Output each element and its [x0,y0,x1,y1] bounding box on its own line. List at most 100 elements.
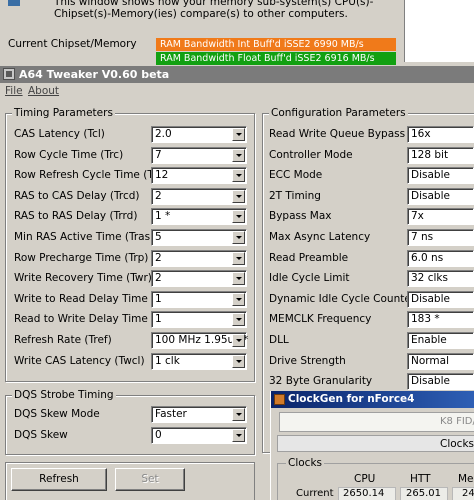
clockgen-title: ClockGen for nForce4 [288,393,415,405]
dqs-skew-mode-select[interactable]: Faster [151,406,247,423]
chevron-down-icon[interactable] [232,189,245,203]
chevron-down-icon[interactable] [232,210,245,224]
read-preamble-value: 6.0 ns [411,251,444,264]
write-recovery-time-value: 2 [155,272,162,285]
chevron-down-icon[interactable] [232,313,245,327]
refresh-rate-select[interactable]: 100 MHz 1.95us * [151,332,248,349]
refresh-button[interactable]: Refresh [11,468,107,491]
write-cas-latency-label: Write CAS Latency (Twcl) [14,354,145,367]
row-refresh-cycle-time-select[interactable]: 12 [151,167,247,185]
idle-cycle-limit-select[interactable]: 32 clks [407,270,474,288]
k8-fid-vid-panel: K8 FID/VID [279,412,474,432]
mem-value: 24 [462,488,474,499]
write-cas-latency-value: 1 clk [155,354,180,367]
chevron-down-icon[interactable] [232,128,245,141]
ras-to-cas-delay-label: RAS to CAS Delay (Trcd) [14,189,140,202]
dqs-skew-label: DQS Skew [14,429,68,441]
dqs-strobe-title: DQS Strobe Timing [12,389,116,401]
dynamic-idle-cycle-counter-value: Disable [411,292,450,305]
chevron-down-icon[interactable] [232,251,245,265]
max-async-latency-value: 7 ns [411,231,434,243]
dqs-skew-value: 0 [155,429,162,441]
read-to-write-delay-time-select[interactable]: 1 [151,311,247,329]
cas-latency-label: CAS Latency (Tcl) [14,128,105,140]
ras-to-ras-delay-select[interactable]: 1 * [151,208,247,226]
ras-to-cas-delay-select[interactable]: 2 [151,187,247,205]
row-cycle-time-select[interactable]: 7 [151,146,247,164]
htt-value: 265.01 [406,488,441,499]
read-write-queue-bypass-value: 16x [411,128,431,140]
menu-file[interactable]: File [5,85,23,97]
clockgen-title-bar[interactable]: ClockGen for nForce4 [271,391,474,408]
menu-bar: File About [0,84,474,98]
row-refresh-cycle-time-label: Row Refresh Cycle Time (Trfc) [14,169,171,182]
2t-timing-value: Disable [411,189,450,202]
chevron-down-icon[interactable] [232,354,245,368]
info-section: This window shows how your memory sub-sy… [8,0,400,20]
drive-strength-label: Drive Strength [269,354,346,367]
dqs-skew-mode-value: Faster [155,408,187,420]
info-icon [8,0,20,6]
drive-strength-select[interactable]: Normal [407,352,474,370]
current-row-label: Current [296,488,334,499]
max-async-latency-label: Max Async Latency [269,231,371,243]
memclk-frequency-select[interactable]: 183 * [407,311,474,329]
dynamic-idle-cycle-counter-label: Dynamic Idle Cycle Counter [269,292,416,305]
max-async-latency-select[interactable]: 7 ns [407,229,474,246]
set-button[interactable]: Set [115,468,185,491]
dll-value: Enable [411,334,447,346]
chevron-down-icon[interactable] [232,169,245,183]
controller-mode-select[interactable]: 128 bit [407,146,474,164]
write-to-read-delay-time-select[interactable]: 1 [151,290,247,308]
chevron-down-icon[interactable] [232,408,245,421]
write-to-read-delay-time-value: 1 [155,292,162,305]
configuration-parameters-title: Configuration Parameters [269,107,408,119]
min-ras-active-time-label: Min RAS Active Time (Tras) [14,231,155,243]
chevron-down-icon[interactable] [232,334,245,347]
refresh-rate-label: Refresh Rate (Tref) [14,334,112,346]
controller-mode-value: 128 bit [411,148,449,161]
idle-cycle-limit-value: 32 clks [411,272,448,285]
title-bar[interactable]: A64 Tweaker V0.60 beta [0,66,474,83]
chevron-down-icon[interactable] [232,429,245,442]
cas-latency-select[interactable]: 2.0 [151,126,247,143]
bypass-max-label: Bypass Max [269,210,332,223]
dll-select[interactable]: Enable [407,332,474,349]
32-byte-granularity-value: Disable [411,375,450,388]
cas-latency-value: 2.0 [155,128,172,140]
32-byte-granularity-select[interactable]: Disable [407,373,474,391]
row-cycle-time-label: Row Cycle Time (Trc) [14,148,124,161]
clocks-group-title: Clocks [286,457,324,469]
info-text: This window shows how your memory sub-sy… [54,0,374,20]
bypass-max-select[interactable]: 7x [407,208,474,226]
dynamic-idle-cycle-counter-select[interactable]: Disable [407,290,474,308]
chevron-down-icon[interactable] [232,231,245,244]
dqs-strobe-group: DQS Strobe Timing [5,389,255,455]
clocks-tab[interactable]: Clocks [277,435,474,452]
ras-to-cas-delay-value: 2 [155,189,162,202]
chevron-down-icon[interactable] [232,292,245,306]
row-precharge-time-select[interactable]: 2 [151,249,247,267]
memclk-frequency-value: 183 * [411,313,440,326]
dll-label: DLL [269,334,289,346]
32-byte-granularity-label: 32 Byte Granularity [269,375,373,388]
dqs-skew-select[interactable]: 0 [151,427,247,444]
cpu-header: CPU [354,473,376,485]
ecc-mode-select[interactable]: Disable [407,167,474,185]
clockgen-window: ClockGen for nForce4 K8 FID/VID Clocks C… [270,391,474,500]
bandwidth-float-bar: RAM Bandwidth Float Buff'd iSSE2 6916 MB… [156,52,396,65]
write-cas-latency-select[interactable]: 1 clk [151,352,247,370]
min-ras-active-time-select[interactable]: 5 [151,229,247,246]
row-refresh-cycle-time-value: 12 [155,169,169,182]
menu-about[interactable]: About [28,85,59,97]
chevron-down-icon[interactable] [232,148,245,162]
ecc-mode-label: ECC Mode [269,169,323,182]
clockgen-icon [274,394,285,405]
write-recovery-time-select[interactable]: 2 [151,270,247,288]
chevron-down-icon[interactable] [232,272,245,286]
timing-parameters-title: Timing Parameters [12,107,115,119]
read-preamble-select[interactable]: 6.0 ns [407,249,474,267]
bypass-max-value: 7x [411,210,424,223]
2t-timing-select[interactable]: Disable [407,187,474,205]
read-write-queue-bypass-select[interactable]: 16x [407,126,474,143]
